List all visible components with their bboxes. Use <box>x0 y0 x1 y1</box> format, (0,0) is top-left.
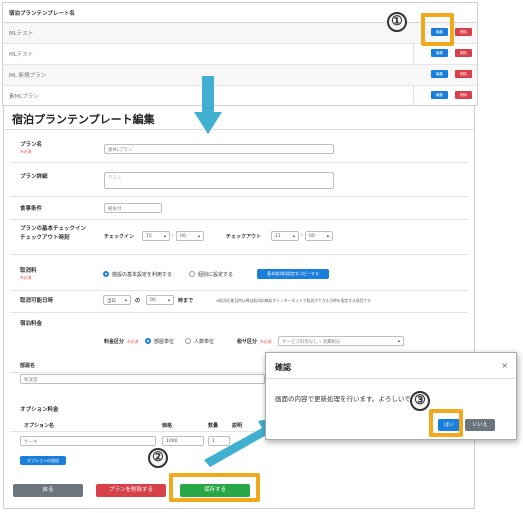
deadline-day-select[interactable]: 当日 <box>103 295 131 305</box>
required-mark: ※必須 <box>20 149 32 154</box>
copy-cancel-settings-button[interactable]: 基本取消料設定をコピーする <box>257 269 329 279</box>
plan-template-list: 宿泊プランテンプレート名 MLテスト 編集 削除 MLテスト 編集 削除 ML … <box>2 2 478 106</box>
delete-button[interactable]: 削除 <box>455 91 472 99</box>
checkin-checkout-label-1: プランの基本チェックイン <box>20 226 87 232</box>
confirm-dialog: 確認 × 画面の内容で更新処理を行います。よろしいですか？ はい いいえ <box>265 352 517 440</box>
fee-class-label: 料金区分 <box>104 339 125 345</box>
down-arrow-icon <box>194 76 222 134</box>
edit-button[interactable]: 編集 <box>431 91 448 99</box>
deadline-time-select[interactable]: 00 <box>146 295 174 305</box>
edit-button[interactable]: 編集 <box>431 49 448 57</box>
plan-detail-textarea[interactable]: テスト <box>104 172 334 189</box>
step-1-marker: ① <box>387 12 407 32</box>
list-item: MLテスト 編集 削除 <box>3 44 477 65</box>
plan-detail-label: プラン詳細 <box>20 174 48 180</box>
close-icon[interactable]: × <box>501 361 508 370</box>
delete-button[interactable]: 削除 <box>455 49 472 57</box>
checkin-minute-select[interactable]: 00 <box>176 231 204 241</box>
add-option-button[interactable]: オプションの追加 <box>20 456 66 465</box>
list-item-name: ML 新規プラン <box>9 73 47 79</box>
cancel-deadline-label: 取消可能日時 <box>20 298 54 304</box>
list-item: 素MLプラン 編集 削除 <box>3 86 477 107</box>
checkin-checkout-label-2: チェックアウト時刻 <box>20 235 70 241</box>
fee-person-radio[interactable] <box>185 338 191 344</box>
dialog-message: 画面の内容で更新処理を行います。よろしいですか？ <box>275 395 431 403</box>
deadline-note: ※取消可能日時以降は取消料無料がインターネットで取消ができる日時を指定する項目で… <box>216 298 371 303</box>
delete-button[interactable]: 削除 <box>455 28 472 36</box>
step-2-marker: ② <box>148 448 168 468</box>
checkout-label: チェックアウト <box>226 234 262 240</box>
option-price-input[interactable]: 1000 <box>162 436 204 446</box>
cancel-fee-label: 取消料 <box>20 268 37 274</box>
option-fee-label: オプション料金 <box>20 407 59 413</box>
tax-class-select[interactable]: サービス料別なし・消費税込 <box>278 336 404 346</box>
edit-button[interactable]: 編集 <box>431 70 448 78</box>
plan-name-input[interactable]: 素MLプラン <box>104 144 334 154</box>
save-button-highlight <box>169 473 260 502</box>
yes-button-highlight <box>429 409 463 437</box>
delete-plan-button[interactable]: プランを削除する <box>96 484 166 497</box>
list-item-name: MLテスト <box>9 52 34 58</box>
back-button[interactable]: 戻る <box>13 484 83 497</box>
checkout-hour-select[interactable]: 11 <box>271 231 299 241</box>
list-item-name: MLテスト <box>9 31 34 37</box>
option-name-input[interactable]: ケーキ <box>20 436 156 446</box>
plan-name-label: プラン名 <box>20 142 43 148</box>
meal-label: 食事条件 <box>20 206 43 212</box>
room-name-input[interactable]: 和洋室 <box>20 374 265 384</box>
no-button[interactable]: いいえ <box>465 419 495 431</box>
delete-button[interactable]: 削除 <box>455 70 472 78</box>
dialog-title: 確認 <box>275 363 291 372</box>
page-title: 宿泊プランテンプレート編集 <box>12 113 155 126</box>
fee-room-radio[interactable] <box>145 338 151 344</box>
required-mark: ※必須 <box>20 275 32 280</box>
cancel-individual-radio[interactable] <box>189 271 195 277</box>
room-name-header: 部屋名 <box>20 363 36 369</box>
edit-button-highlight <box>421 13 454 46</box>
checkin-label: チェックイン <box>104 234 135 240</box>
fee-section-label: 宿泊料金 <box>20 321 43 327</box>
meal-input[interactable]: 朝食付 <box>104 203 162 213</box>
checkout-minute-select[interactable]: 00 <box>305 231 333 241</box>
list-item: ML 新規プラン 編集 削除 <box>3 65 477 86</box>
cancel-basic-radio[interactable] <box>103 271 109 277</box>
checkin-hour-select[interactable]: 15 <box>142 231 170 241</box>
list-item-name: 素MLプラン <box>9 94 39 100</box>
cancel-individual-label: 個別に設定する <box>198 272 234 278</box>
step-3-marker: ③ <box>410 391 430 411</box>
cancel-basic-label: 施設の基本設定を利用する <box>112 272 173 278</box>
tax-class-label: 税サ区分 <box>237 339 258 345</box>
